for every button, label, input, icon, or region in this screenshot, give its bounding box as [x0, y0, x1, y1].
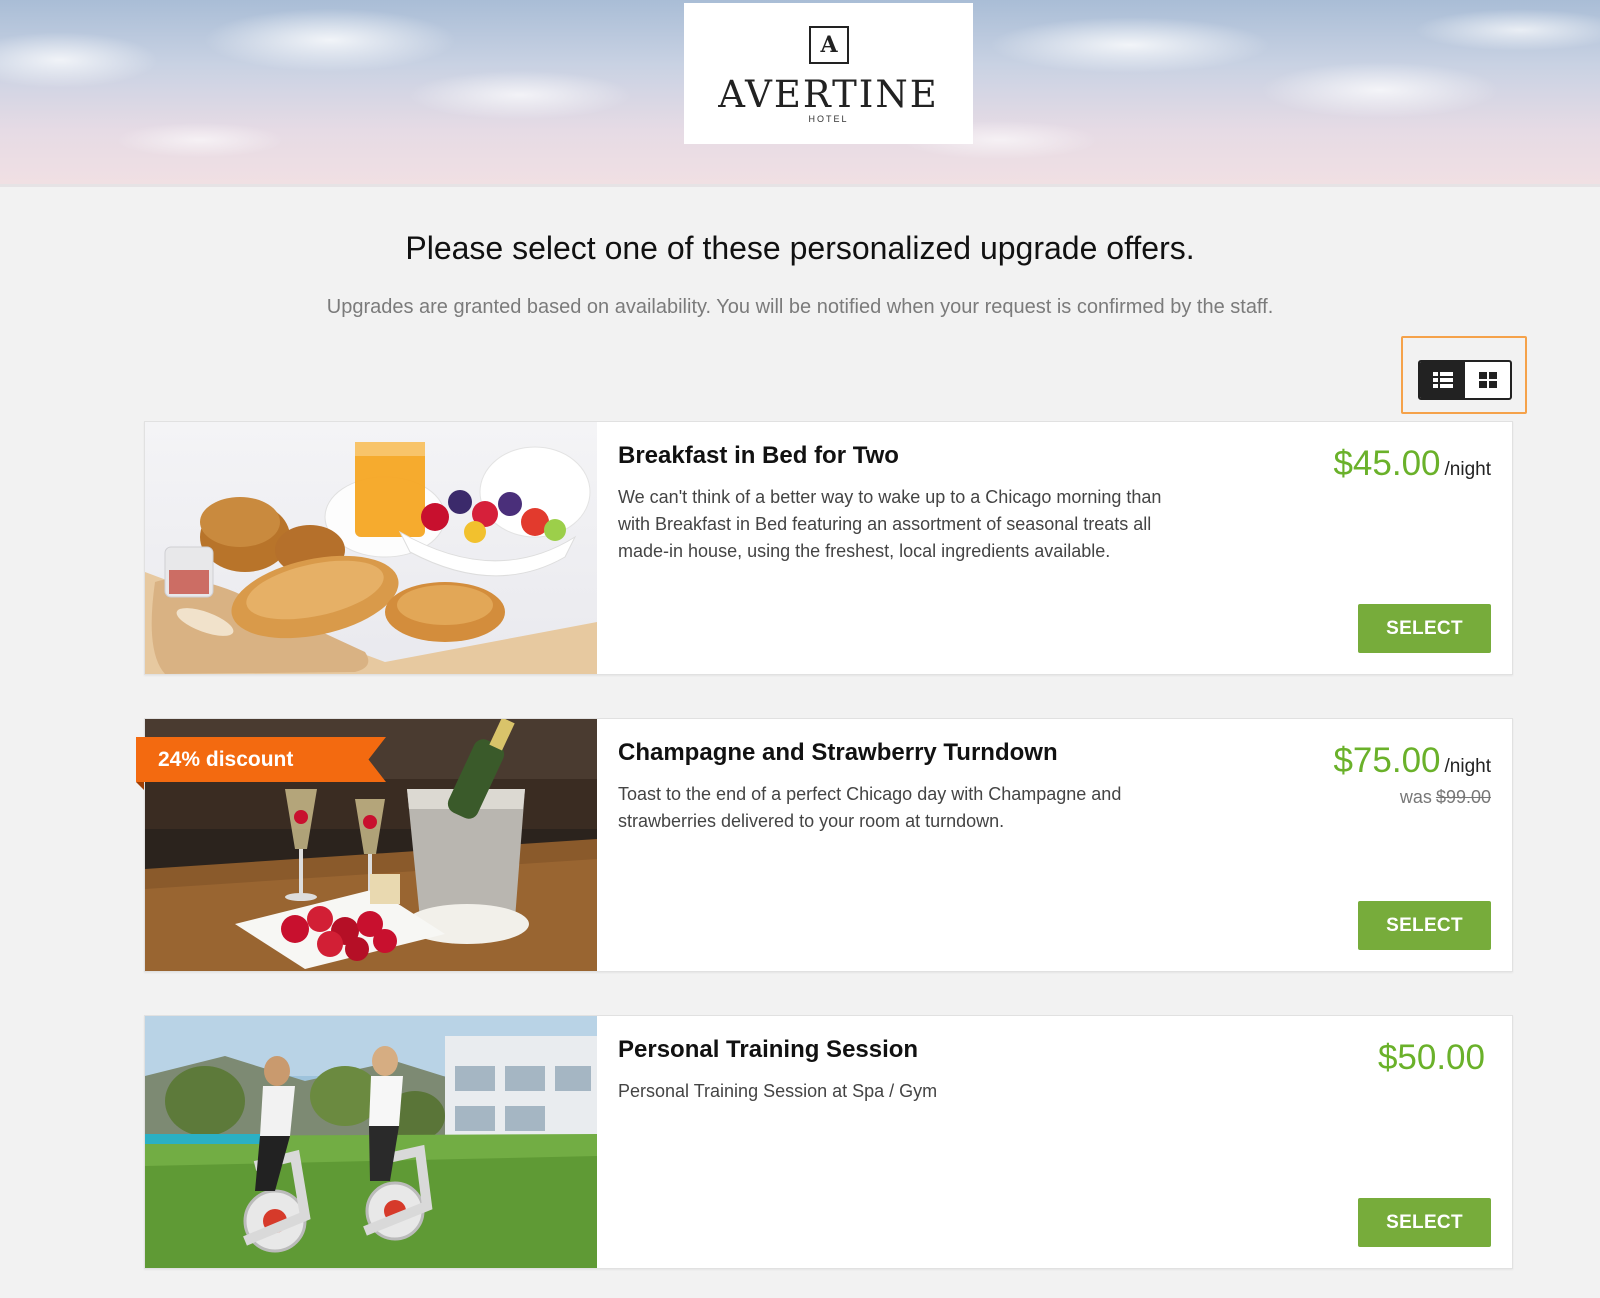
select-button[interactable]: SELECT [1358, 901, 1491, 950]
offer-price: $45.00/night [1333, 444, 1491, 484]
grid-view-button[interactable] [1465, 362, 1510, 398]
price-unit: /night [1444, 459, 1491, 480]
offer-description: Personal Training Session at Spa / Gym [618, 1081, 938, 1101]
ribbon-fold [136, 782, 144, 790]
discount-badge: 24% discount [136, 737, 386, 782]
offer-card-breakfast: Breakfast in Bed for Two We can't think … [144, 421, 1513, 675]
hotel-logo: A AVERTINE HOTEL [684, 3, 973, 144]
logo-name: AVERTINE [718, 73, 939, 116]
header-banner: A AVERTINE HOTEL [0, 0, 1600, 187]
offer-image-training [145, 1016, 597, 1268]
price-amount: $75.00 [1333, 741, 1441, 780]
offer-price: $75.00/night [1333, 741, 1491, 781]
logo-mark: A [809, 26, 849, 64]
offer-title: Champagne and Strawberry Turndown [618, 739, 1058, 766]
was-label: was [1399, 787, 1432, 807]
price-unit: /night [1444, 756, 1491, 777]
select-button[interactable]: SELECT [1358, 1198, 1491, 1247]
offer-description: We can't think of a better way to wake u… [618, 487, 1162, 561]
offer-card-training: Personal Training Session Personal Train… [144, 1015, 1513, 1269]
offer-title: Personal Training Session [618, 1036, 919, 1063]
page-title: Please select one of these personalized … [405, 230, 1195, 266]
price-amount: $50.00 [1377, 1038, 1485, 1077]
logo-subtitle: HOTEL [808, 114, 849, 124]
offer-title: Breakfast in Bed for Two [618, 442, 899, 469]
was-price: $99.00 [1435, 787, 1491, 807]
view-toggle [1418, 360, 1512, 400]
offer-price: $50.00 [1378, 1038, 1485, 1078]
original-price: was $99.00 [1400, 787, 1491, 808]
list-view-button[interactable] [1420, 362, 1465, 398]
list-view-icon [1432, 372, 1453, 388]
price-amount: $45.00 [1333, 444, 1441, 483]
select-button[interactable]: SELECT [1358, 604, 1491, 653]
offer-image-breakfast [145, 422, 597, 674]
grid-view-icon [1478, 372, 1497, 388]
offer-description: Toast to the end of a perfect Chicago da… [618, 784, 1122, 831]
page-subtitle: Upgrades are granted based on availabili… [326, 296, 1274, 318]
